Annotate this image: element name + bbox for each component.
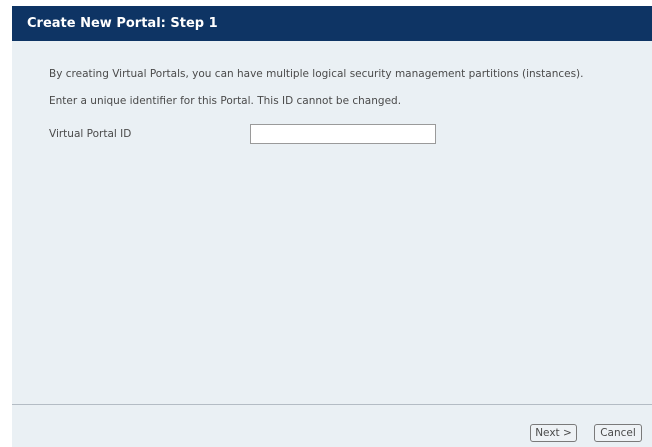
description-text: By creating Virtual Portals, you can hav… [49, 68, 584, 80]
create-portal-dialog: Create New Portal: Step 1 By creating Vi… [12, 6, 652, 447]
dialog-title: Create New Portal: Step 1 [27, 16, 218, 31]
cancel-button[interactable]: Cancel [594, 424, 642, 442]
virtual-portal-id-input[interactable] [250, 124, 436, 144]
title-bar: Create New Portal: Step 1 [12, 6, 652, 41]
footer-divider [12, 404, 652, 405]
instruction-text: Enter a unique identifier for this Porta… [49, 95, 402, 107]
next-button[interactable]: Next > [530, 424, 577, 442]
virtual-portal-id-label: Virtual Portal ID [49, 128, 132, 140]
